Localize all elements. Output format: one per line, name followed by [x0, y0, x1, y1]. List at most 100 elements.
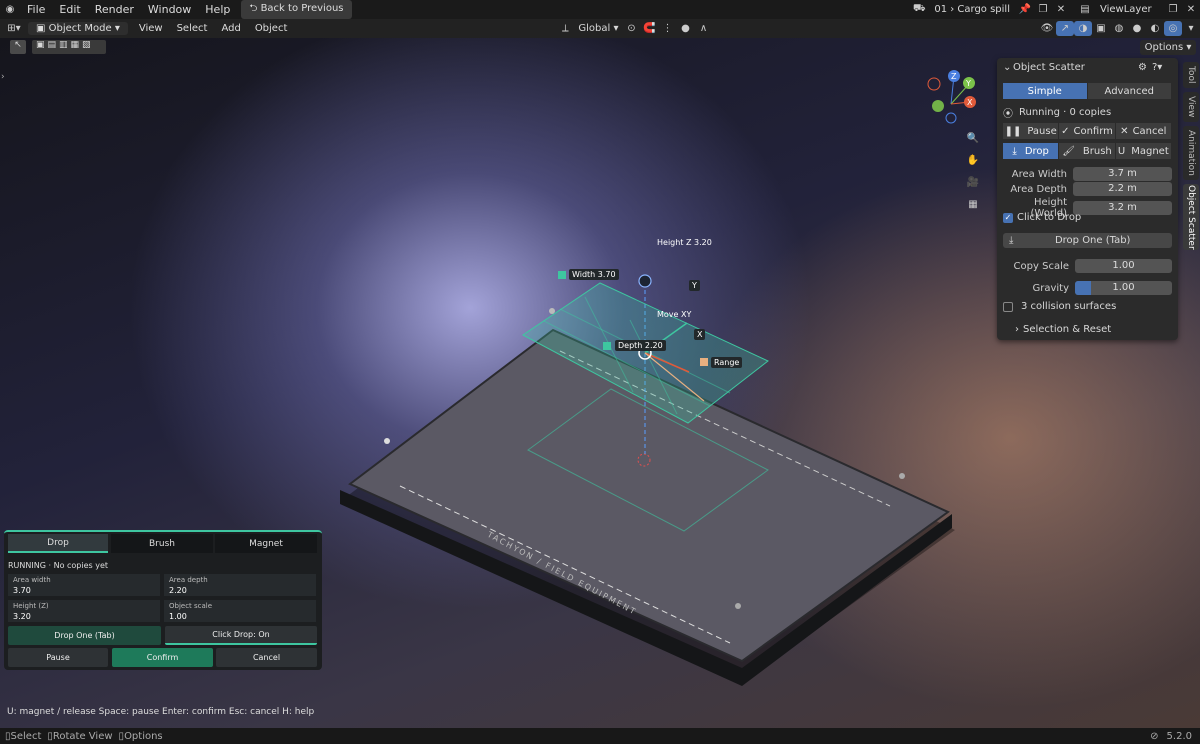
close-scene-icon[interactable]: ✕	[1052, 2, 1070, 17]
area-depth-field[interactable]: 2.2 m	[1073, 182, 1172, 196]
area-depth-label: Area Depth	[1010, 183, 1067, 195]
overlay-tab-brush[interactable]: Brush	[111, 534, 213, 553]
menu-file[interactable]: File	[20, 3, 52, 16]
cancel-label: Cancel	[1132, 125, 1167, 137]
board-screw	[384, 438, 390, 444]
tab-object-scatter[interactable]: Object Scatter	[1183, 184, 1199, 250]
back-label: Back to Previous	[260, 3, 344, 14]
status-bar: ▯ Select ▯ Rotate View ▯ Options ⊘ 5.2.0	[0, 728, 1200, 744]
tab-simple[interactable]: Simple	[1003, 83, 1088, 99]
version-label: 5.2.0	[1166, 730, 1192, 742]
gizmo-toggle-icon[interactable]: ↗	[1056, 21, 1074, 36]
tab-advanced[interactable]: Advanced	[1087, 83, 1172, 99]
shading-solid-icon[interactable]: ●	[1128, 21, 1146, 36]
overlay-cancel-button[interactable]: Cancel	[216, 648, 317, 667]
area-width-field[interactable]: 3.7 m	[1073, 167, 1172, 181]
copy-scale-label: Copy Scale	[1013, 260, 1069, 272]
snap-icon[interactable]: 🧲	[641, 21, 659, 36]
gravity-slider[interactable]: 1.00	[1075, 281, 1172, 295]
confirm-button[interactable]: ✓ Confirm	[1059, 123, 1116, 139]
snap-settings-icon[interactable]: ⋮	[659, 21, 677, 36]
settings-gear-icon[interactable]: ⚙	[1138, 62, 1152, 73]
overlay-drop-one-button[interactable]: Drop One (Tab)	[8, 626, 161, 645]
click-to-drop-label[interactable]: Click to Drop	[1017, 212, 1081, 223]
new-layer-icon[interactable]: ❐	[1164, 2, 1182, 17]
menu-add[interactable]: Add	[214, 23, 247, 34]
field-area-width: Area Width 3.7 m	[1003, 167, 1172, 181]
navigation-gizmo[interactable]: Z Y X	[924, 66, 984, 126]
overlay-cell-area-width[interactable]: Area width 3.70	[8, 574, 160, 596]
menu-view[interactable]: View	[132, 23, 170, 34]
panel-header[interactable]: ⌄ Object Scatter ⚙ ?▾	[1003, 62, 1172, 73]
collapse-arrow-icon[interactable]: ⌄	[1003, 62, 1013, 73]
zoom-icon[interactable]: 🔍	[964, 131, 982, 146]
drop-mode-button[interactable]: ⤓ Drop	[1003, 143, 1060, 159]
menu-object[interactable]: Object	[248, 23, 295, 34]
menu-render[interactable]: Render	[88, 3, 141, 16]
pin-icon[interactable]: 📌	[1016, 2, 1034, 17]
overlay-cell-area-depth[interactable]: Area depth 2.20	[164, 574, 316, 596]
shading-options-icon[interactable]: ▾	[1182, 21, 1200, 36]
pause-button[interactable]: ❚❚ Pause	[1003, 123, 1060, 139]
overlay-pause-button[interactable]: Pause	[8, 648, 108, 667]
drop-one-button[interactable]: ⤓ Drop One (Tab)	[1003, 233, 1172, 248]
grid-view-icon[interactable]: ▦	[964, 197, 982, 212]
tab-animation[interactable]: Animation	[1183, 126, 1199, 180]
selection-reset-row[interactable]: › Selection & Reset	[1003, 324, 1172, 335]
editor-type-icon[interactable]: ⊞▾	[0, 21, 28, 36]
board-screw	[735, 603, 741, 609]
overlay-status-label: RUNNING	[8, 561, 46, 570]
menu-window[interactable]: Window	[141, 3, 198, 16]
help-icon[interactable]: ?▾	[1152, 62, 1172, 73]
gravity-fill	[1075, 281, 1091, 295]
overlay-toggle-icon[interactable]: ◑	[1074, 21, 1092, 36]
visibility-icon[interactable]: 👁	[1038, 21, 1056, 36]
close-layer-icon[interactable]: ✕	[1182, 2, 1200, 17]
new-scene-icon[interactable]: ❐	[1034, 2, 1052, 17]
menu-select[interactable]: Select	[170, 23, 215, 34]
copy-scale-field[interactable]: 1.00	[1075, 259, 1172, 273]
camera-icon[interactable]: 🎥	[964, 175, 982, 190]
expand-arrow-icon: ›	[1015, 324, 1019, 335]
blender-logo-icon[interactable]: ◉	[0, 2, 20, 17]
tab-view[interactable]: View	[1183, 92, 1199, 122]
pan-hand-icon[interactable]: ✋	[964, 153, 982, 168]
click-to-drop-checkbox[interactable]: ✓	[1003, 212, 1013, 223]
back-to-previous-button[interactable]: ⮌ Back to Previous	[241, 0, 352, 19]
magnet-mode-button[interactable]: U Magnet	[1115, 143, 1172, 159]
tab-tool[interactable]: Tool	[1183, 62, 1199, 88]
view-layer-icon[interactable]: ▤	[1076, 2, 1094, 17]
orientation-dropdown[interactable]: Global ▾	[574, 23, 622, 34]
shading-wire-icon[interactable]: ◍	[1110, 21, 1128, 36]
menu-help[interactable]: Help	[198, 3, 237, 16]
overlay-confirm-button[interactable]: Confirm	[112, 648, 213, 667]
overlay-tab-drop[interactable]: Drop	[8, 534, 108, 553]
orientation-label: Global	[578, 23, 611, 34]
drop-icon: ⤓	[1012, 145, 1017, 157]
overlay-tab-magnet[interactable]: Magnet	[215, 534, 317, 553]
collision-label[interactable]: 3 collision surfaces	[1021, 301, 1116, 312]
mode-dropdown[interactable]: ▣ Object Mode ▾	[28, 22, 128, 35]
brush-mode-button[interactable]: 🖌 Brush	[1059, 143, 1116, 159]
view-layer-name[interactable]: ViewLayer	[1094, 4, 1164, 15]
menu-edit[interactable]: Edit	[52, 3, 87, 16]
record-icon: ⦿	[1003, 109, 1013, 120]
overlay-cell-object-scale[interactable]: Object scale 1.00	[164, 600, 316, 622]
xray-icon[interactable]: ▣	[1092, 21, 1110, 36]
shading-material-icon[interactable]: ◐	[1146, 21, 1164, 36]
falloff-icon[interactable]: ∧	[695, 21, 713, 36]
shading-rendered-icon[interactable]: ◎	[1164, 21, 1182, 36]
orientation-icon[interactable]: ⟂	[556, 21, 574, 36]
proportional-edit-icon[interactable]: ●	[677, 21, 695, 36]
pivot-icon[interactable]: ⊙	[623, 21, 641, 36]
status-options: Options	[124, 730, 163, 742]
overlay-cell-height[interactable]: Height (Z) 3.20	[8, 600, 160, 622]
cell-value: 3.20	[13, 612, 31, 621]
cell-value: 1.00	[169, 612, 187, 621]
scene-name[interactable]: 01 › Cargo spill	[928, 4, 1016, 15]
sidebar-tabs: Tool View Animation Object Scatter	[1182, 58, 1200, 258]
cancel-button[interactable]: ✕ Cancel	[1115, 123, 1172, 139]
overlay-click-drop-button[interactable]: Click Drop: On	[165, 626, 317, 645]
collision-checkbox[interactable]	[1003, 301, 1013, 312]
scene-icon[interactable]: ⛟	[910, 2, 928, 17]
